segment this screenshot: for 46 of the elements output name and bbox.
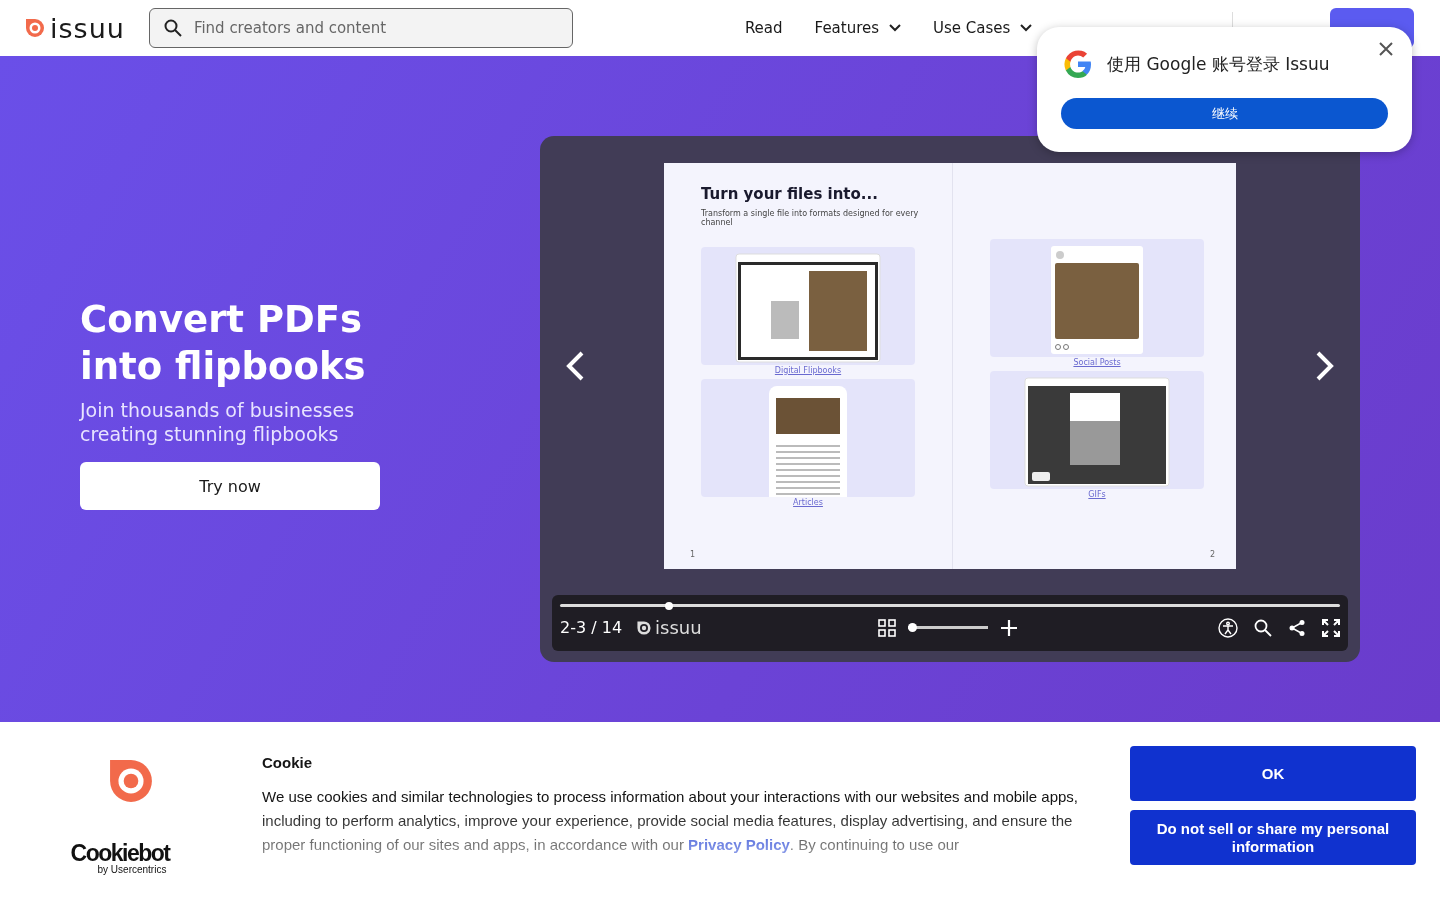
next-arrow-icon[interactable] [1314,350,1336,382]
format-label[interactable]: Articles [793,498,823,507]
progress-track[interactable] [560,604,1340,607]
share-icon[interactable] [1288,618,1306,637]
page-indicator: 2-3 / 14 [560,618,623,637]
plus-icon[interactable] [999,618,1018,637]
hero-title: Convert PDFs into flipbooks [80,297,367,390]
format-label[interactable]: Digital Flipbooks [774,366,842,375]
nav-item[interactable]: Use Cases [933,19,1033,37]
cookiebot-logo-text: Cookiebot [70,842,170,864]
progress-thumb[interactable] [665,601,674,610]
logo-icon [24,17,46,39]
search-field[interactable]: Find creators and content [148,8,573,48]
logo-text[interactable]: issuu [50,12,125,44]
grid-icon[interactable] [877,618,896,637]
chevron-down-icon [889,24,902,32]
cookie-text: We use cookies and similar technologies to process information about your interactions with our websites and mobile apps, including to perform analytics, improve your experience, provide social media features, display advertising, and ensure the proper functioning of our sites and apps, in accordance with our Privacy Policy. By continuing to use our [262,787,1079,855]
search-input[interactable]: Find creators and content [191,18,558,38]
zoom-thumb[interactable] [907,623,917,632]
brand-text: issuu [655,617,702,638]
format-label[interactable]: Social Posts [1073,358,1121,367]
page-title: Turn your files into... [701,185,879,205]
previous-arrow-icon[interactable] [564,350,586,382]
ok-button[interactable]: OK [1130,746,1416,801]
page-subtitle: Transform a single file into formats designed for every channel [701,209,920,227]
fullscreen-icon[interactable] [1322,618,1340,637]
nav-item[interactable]: Features [814,19,902,37]
logo-icon [108,758,154,804]
nav-item[interactable]: Read [744,19,783,37]
search-icon [163,19,182,37]
search-icon[interactable] [1254,618,1272,637]
zoom-slider[interactable] [907,623,988,632]
continue-button[interactable]: 继续 [1061,98,1388,129]
try-now-button[interactable]: Try now [80,462,380,510]
cookie-title: Cookie [262,754,313,771]
chevron-down-icon [1020,24,1033,32]
google-prompt-title: 使用 Google 账号登录 Issuu [1107,52,1330,76]
accessibility-icon[interactable] [1218,617,1238,638]
page-number: 2 [1209,550,1215,559]
do-not-sell-button[interactable]: Do not sell or share my personal information [1130,810,1416,865]
close-icon[interactable] [1378,41,1394,57]
format-label[interactable]: GIFs [1088,490,1106,499]
cookiebot-tagline: by Usercentrics [97,864,167,875]
hero-subtitle: Join thousands of businesses creating stunning flipbooks [80,398,356,446]
logo-icon [636,619,653,636]
page-number: 1 [690,550,696,559]
